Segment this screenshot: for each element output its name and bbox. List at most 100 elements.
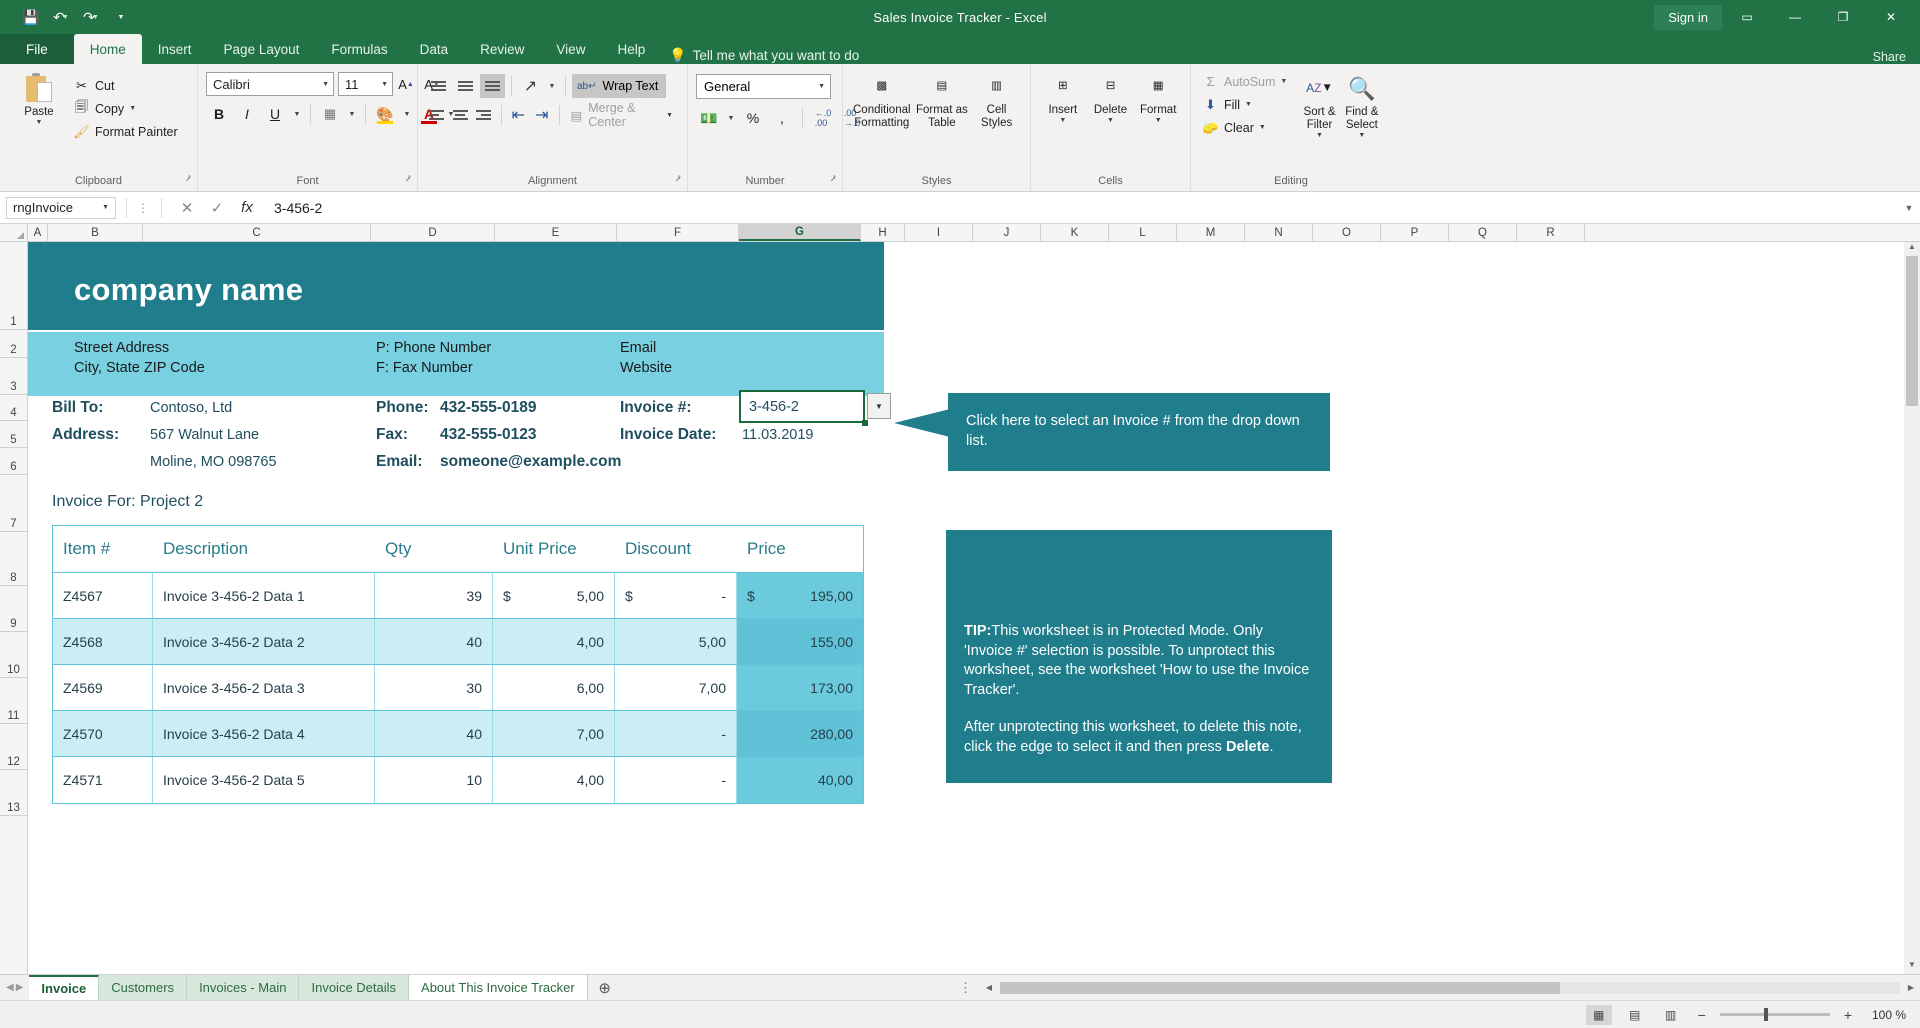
increase-indent-button[interactable]: ⇥ bbox=[531, 103, 553, 127]
sheet-tab-invoice[interactable]: Invoice bbox=[29, 974, 100, 1001]
tab-data[interactable]: Data bbox=[404, 34, 465, 64]
row-header-12[interactable]: 12 bbox=[0, 724, 27, 770]
autosum-caret-icon[interactable]: ▼ bbox=[1280, 78, 1287, 85]
format-painter-button[interactable]: 🖌 Format Painter bbox=[70, 120, 181, 143]
page-break-view-button[interactable]: ▥ bbox=[1658, 1005, 1684, 1025]
alignment-dialog-launcher-icon[interactable]: ⭷ bbox=[675, 172, 681, 188]
tell-me-search[interactable]: 💡 Tell me what you want to do bbox=[661, 47, 859, 64]
row-header-8[interactable]: 8 bbox=[0, 532, 27, 586]
copy-button[interactable]: 🗐 Copy ▼ bbox=[70, 97, 181, 120]
share-button[interactable]: Share bbox=[1873, 50, 1906, 64]
tab-page-layout[interactable]: Page Layout bbox=[208, 34, 316, 64]
accounting-format-button[interactable]: 💵 bbox=[696, 106, 722, 130]
sheet-tab-customers[interactable]: Customers bbox=[99, 974, 188, 1001]
zoom-level-label[interactable]: 100 % bbox=[1866, 1008, 1906, 1022]
hscroll-right-arrow-icon[interactable]: ▶ bbox=[1902, 983, 1920, 992]
row-header-4[interactable]: 4 bbox=[0, 395, 27, 421]
ribbon-display-options-icon[interactable]: ▭ bbox=[1724, 0, 1770, 34]
tab-view[interactable]: View bbox=[540, 34, 601, 64]
comma-style-button[interactable]: , bbox=[769, 106, 795, 130]
underline-button[interactable]: U bbox=[262, 102, 288, 126]
borders-button[interactable]: ▦ bbox=[317, 102, 343, 126]
find-and-select-button[interactable]: 🔍 Find & Select ▼ bbox=[1341, 70, 1383, 142]
zoom-slider-thumb[interactable] bbox=[1763, 1008, 1768, 1021]
name-box[interactable]: rngInvoice ▼ bbox=[6, 196, 116, 219]
cut-button[interactable]: ✂ Cut bbox=[70, 74, 181, 97]
format-caret-icon[interactable]: ▼ bbox=[1155, 117, 1162, 125]
col-header-C[interactable]: C bbox=[143, 224, 371, 241]
format-as-table-button[interactable]: ▤ Format as Table bbox=[913, 68, 972, 132]
vertical-scrollbar[interactable]: ▲ ▼ bbox=[1904, 242, 1920, 974]
borders-caret-icon[interactable]: ▼ bbox=[345, 102, 359, 126]
row-header-6[interactable]: 6 bbox=[0, 448, 27, 475]
insert-function-icon[interactable]: fx bbox=[232, 199, 262, 216]
delete-cells-button[interactable]: ⊟ Delete ▼ bbox=[1087, 68, 1135, 127]
tab-insert[interactable]: Insert bbox=[142, 34, 208, 64]
hscroll-left-arrow-icon[interactable]: ◀ bbox=[980, 983, 998, 992]
number-format-caret-icon[interactable]: ▼ bbox=[818, 83, 825, 90]
insert-caret-icon[interactable]: ▼ bbox=[1059, 117, 1066, 125]
zoom-in-button[interactable]: + bbox=[1840, 1007, 1856, 1023]
confirm-entry-icon[interactable]: ✓ bbox=[202, 199, 232, 217]
sheet-nav-last-icon[interactable]: ▶ bbox=[16, 982, 24, 993]
align-bottom-button[interactable] bbox=[480, 74, 505, 98]
col-header-G[interactable]: G bbox=[739, 224, 861, 241]
percent-style-button[interactable]: % bbox=[740, 106, 766, 130]
paste-caret-icon[interactable]: ▼ bbox=[36, 119, 43, 127]
align-top-button[interactable] bbox=[426, 74, 451, 98]
clipboard-dialog-launcher-icon[interactable]: ⭷ bbox=[185, 172, 191, 188]
col-header-O[interactable]: O bbox=[1313, 224, 1381, 241]
scroll-up-arrow-icon[interactable]: ▲ bbox=[1904, 242, 1920, 256]
redo-icon[interactable]: ↷ ▼ bbox=[78, 5, 104, 29]
col-header-B[interactable]: B bbox=[48, 224, 143, 241]
table-row[interactable]: Z4568 Invoice 3-456-2 Data 2 40 4,00 5,0… bbox=[53, 619, 863, 665]
sign-in-button[interactable]: Sign in bbox=[1654, 4, 1722, 30]
scroll-down-arrow-icon[interactable]: ▼ bbox=[1904, 960, 1920, 974]
autosum-button[interactable]: Σ AutoSum ▼ bbox=[1199, 70, 1290, 93]
row-header-13[interactable]: 13 bbox=[0, 770, 27, 816]
col-header-L[interactable]: L bbox=[1109, 224, 1177, 241]
font-dialog-launcher-icon[interactable]: ⭷ bbox=[405, 172, 411, 188]
tab-file[interactable]: File bbox=[0, 34, 74, 64]
cell-styles-button[interactable]: ▥ Cell Styles bbox=[971, 68, 1022, 132]
font-size-combo[interactable]: 11 ▼ bbox=[338, 72, 393, 96]
horizontal-scroll-thumb[interactable] bbox=[1000, 981, 1560, 994]
zoom-out-button[interactable]: − bbox=[1694, 1007, 1710, 1023]
fill-button[interactable]: ⬇ Fill ▼ bbox=[1199, 93, 1290, 116]
invoice-number-cell[interactable]: 3-456-2 bbox=[739, 390, 865, 423]
align-middle-button[interactable] bbox=[453, 74, 478, 98]
orientation-caret-icon[interactable]: ▼ bbox=[545, 74, 559, 98]
col-header-N[interactable]: N bbox=[1245, 224, 1313, 241]
row-header-11[interactable]: 11 bbox=[0, 678, 27, 724]
tab-review[interactable]: Review bbox=[464, 34, 540, 64]
col-header-E[interactable]: E bbox=[495, 224, 617, 241]
col-header-I[interactable]: I bbox=[905, 224, 973, 241]
row-header-1[interactable]: 1 bbox=[0, 242, 27, 330]
sheet-tab-about[interactable]: About This Invoice Tracker bbox=[409, 974, 588, 1001]
vertical-scroll-thumb[interactable] bbox=[1906, 256, 1918, 406]
undo-icon[interactable]: ↶ ▼ bbox=[48, 5, 74, 29]
col-header-A[interactable]: A bbox=[28, 224, 48, 241]
font-name-combo[interactable]: Calibri ▼ bbox=[206, 72, 334, 96]
find-select-caret-icon[interactable]: ▼ bbox=[1358, 132, 1365, 140]
restore-button[interactable]: ❐ bbox=[1820, 0, 1866, 34]
tab-formulas[interactable]: Formulas bbox=[315, 34, 403, 64]
col-header-D[interactable]: D bbox=[371, 224, 495, 241]
fill-color-caret-icon[interactable]: ▼ bbox=[400, 102, 414, 126]
italic-button[interactable]: I bbox=[234, 102, 260, 126]
col-header-F[interactable]: F bbox=[617, 224, 739, 241]
conditional-formatting-button[interactable]: ▩ Conditional Formatting bbox=[851, 68, 913, 132]
minimize-button[interactable]: — bbox=[1772, 0, 1818, 34]
merge-caret-icon[interactable]: ▼ bbox=[666, 112, 673, 119]
font-size-caret-icon[interactable]: ▼ bbox=[381, 81, 388, 88]
clear-caret-icon[interactable]: ▼ bbox=[1259, 124, 1266, 131]
sheet-nav-arrows[interactable]: ◀ ▶ bbox=[0, 982, 29, 993]
tip-callout[interactable]: TIP:This worksheet is in Protected Mode.… bbox=[946, 530, 1332, 783]
copy-caret-icon[interactable]: ▼ bbox=[129, 105, 136, 112]
number-dialog-launcher-icon[interactable]: ⭷ bbox=[830, 172, 836, 188]
tab-help[interactable]: Help bbox=[601, 34, 661, 64]
bold-button[interactable]: B bbox=[206, 102, 232, 126]
table-row[interactable]: Z4571 Invoice 3-456-2 Data 5 10 4,00 - 4… bbox=[53, 757, 863, 803]
underline-caret-icon[interactable]: ▼ bbox=[290, 102, 304, 126]
dropdown-hint-callout[interactable]: Click here to select an Invoice # from t… bbox=[948, 393, 1330, 471]
